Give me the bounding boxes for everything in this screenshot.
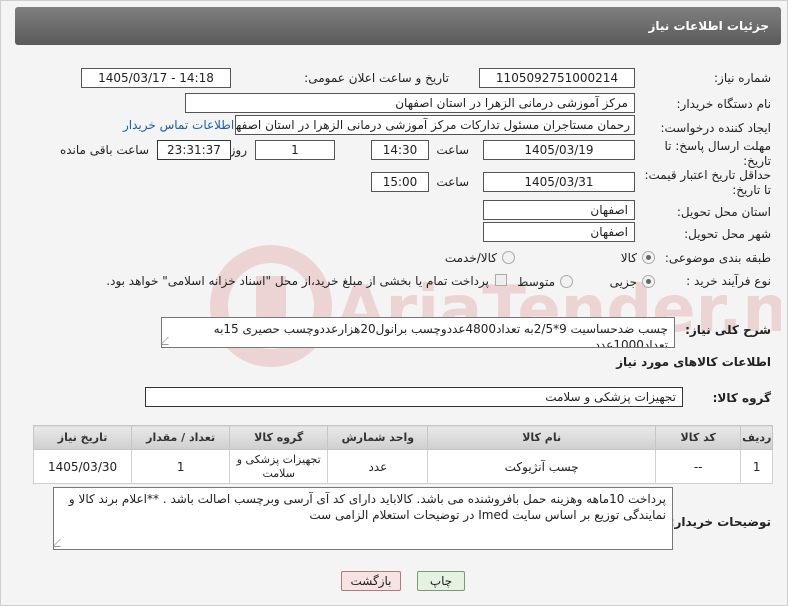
buyer-org-value: مرکز آموزشی درمانی الزهرا در استان اصفها… [185, 93, 635, 113]
col-qty: تعداد / مقدار [131, 425, 231, 450]
treasury-checkbox[interactable] [495, 274, 507, 286]
cell-qty: 1 [131, 449, 231, 484]
cell-code: -- [654, 449, 742, 484]
goods-group-value: تجهیزات پزشکی و سلامت [145, 387, 683, 407]
buyer-org-label: نام دستگاه خریدار: [676, 97, 772, 111]
deadline-time: 14:30 [371, 140, 429, 160]
remaining-label: ساعت باقی مانده [59, 143, 149, 157]
goods-table: ردیف کد کالا نام کالا واحد شمارش گروه کا… [32, 425, 773, 484]
resize-grip-icon[interactable] [162, 337, 176, 345]
need-number-label: شماره نیاز: [714, 71, 771, 85]
col-row: ردیف [740, 425, 773, 450]
cell-name: چسب آنژیوکت [427, 449, 656, 484]
deadline-time-label: ساعت [436, 143, 469, 157]
creator-label: ایجاد کننده درخواست: [660, 121, 771, 135]
details-panel: AriaTender.neT جزئیات اطلاعات نیاز شماره… [0, 0, 788, 606]
city-value: اصفهان [483, 222, 635, 242]
min-price-label: حداقل تاریخ اعتبار قیمت: تا تاریخ: [644, 168, 771, 197]
min-price-time: 15:00 [371, 172, 429, 192]
province-value: اصفهان [483, 200, 635, 220]
goods-section-title: اطلاعات کالاهای مورد نیاز [616, 355, 771, 369]
process-radio-medium[interactable] [560, 275, 573, 288]
table-row: 1 -- چسب آنژیوکت عدد تجهیزات پزشکی و سلا… [32, 449, 773, 484]
time-remaining: 23:31:37 [157, 140, 231, 160]
creator-value: رحمان مستاجران مسئول تدارکات مرکز آموزشی… [235, 115, 635, 135]
cell-date: 1405/03/30 [32, 449, 133, 484]
category-option-goods-service: کالا/خدمت [444, 251, 497, 265]
days-remaining: 1 [255, 140, 335, 160]
col-group: گروه کالا [229, 425, 329, 450]
deadline-date: 1405/03/19 [483, 140, 635, 160]
back-button[interactable]: بازگشت [341, 571, 401, 591]
need-number-value: 1105092751000214 [479, 68, 635, 88]
resize-grip-icon[interactable] [54, 539, 68, 547]
treasury-note: پرداخت تمام یا بخشی از مبلغ خرید،از محل … [106, 274, 489, 288]
city-label: شهر محل تحویل: [684, 227, 771, 241]
col-unit: واحد شمارش [327, 425, 429, 450]
buyer-contact-link[interactable]: اطلاعات تماس خریدار [123, 118, 234, 132]
cell-unit: عدد [327, 449, 429, 484]
announce-label: تاریخ و ساعت اعلان عمومی: [304, 71, 449, 85]
process-option-medium: متوسط [517, 275, 555, 289]
print-button[interactable]: چاپ [417, 571, 465, 591]
buyer-notes-textarea[interactable]: پرداخت 10ماهه وهزینه حمل بافروشنده می با… [53, 487, 673, 550]
description-label: شرح کلی نیاز: [685, 323, 771, 337]
col-code: کد کالا [654, 425, 742, 450]
page-title: جزئیات اطلاعات نیاز [15, 7, 781, 45]
min-price-time-label: ساعت [436, 175, 469, 189]
description-textarea[interactable]: چسب ضدحساسیت 9*2/5به تعداد4800عددوچسب بر… [161, 317, 675, 348]
process-label: نوع فرآیند خرید : [686, 274, 771, 288]
deadline-label: مهلت ارسال پاسخ: تا تاریخ: [664, 139, 771, 168]
category-label: طبقه بندی موضوعی: [664, 251, 771, 265]
category-radio-goods[interactable] [642, 251, 655, 264]
category-radio-goods-service[interactable] [502, 251, 515, 264]
province-label: استان محل تحویل: [676, 205, 771, 219]
goods-table-header: ردیف کد کالا نام کالا واحد شمارش گروه کا… [32, 425, 773, 450]
process-option-minor: جزیی [609, 275, 637, 289]
category-option-goods: کالا [620, 251, 637, 265]
cell-row: 1 [740, 449, 773, 484]
description-text: چسب ضدحساسیت 9*2/5به تعداد4800عددوچسب بر… [213, 322, 668, 348]
col-date: تاریخ نیاز [32, 425, 133, 450]
buyer-notes-label: توضیحات خریدار: [669, 515, 771, 529]
cell-group: تجهیزات پزشکی و سلامت [229, 449, 329, 484]
announce-value: 1405/03/17 - 14:18 [81, 68, 231, 88]
buyer-notes-text: پرداخت 10ماهه وهزینه حمل بافروشنده می با… [68, 492, 666, 522]
col-name: نام کالا [427, 425, 656, 450]
goods-group-label: گروه کالا: [712, 391, 771, 405]
min-price-date: 1405/03/31 [483, 172, 635, 192]
process-radio-minor[interactable] [642, 275, 655, 288]
